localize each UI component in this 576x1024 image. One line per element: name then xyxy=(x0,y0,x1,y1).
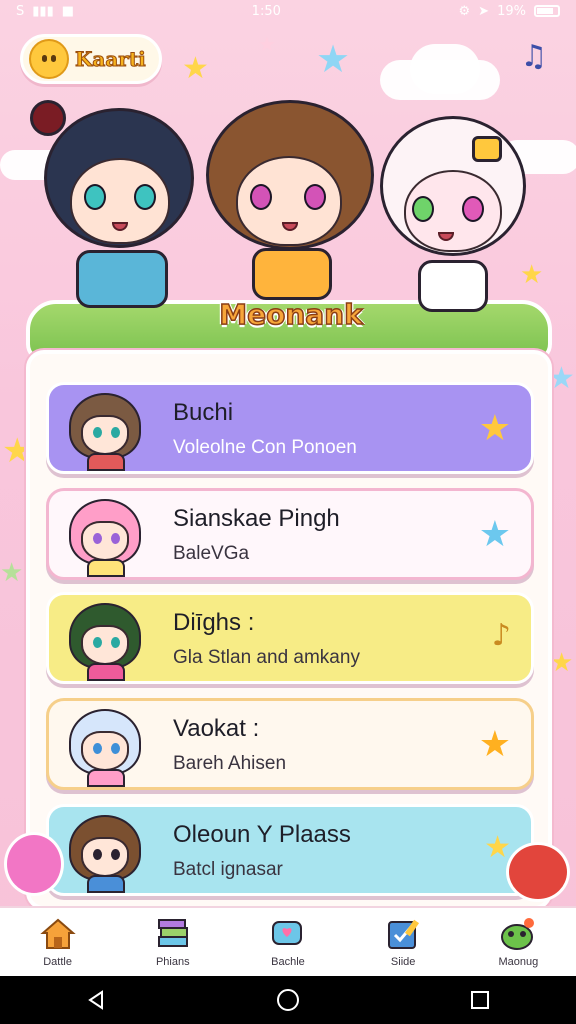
avatar xyxy=(63,497,153,579)
star-icon: ★ xyxy=(316,37,351,81)
list-item-subtitle: Batcl ignasar xyxy=(173,859,283,880)
app-screen: S ▮▮▮ ■ 1:50 ⚙ ➤ 19% ★ ★ ★ ★ ★ ★ ★ ★ Kaa… xyxy=(0,0,576,1024)
hero-illustration: Meonank xyxy=(0,90,576,362)
chat-heart-icon xyxy=(269,916,307,952)
list-item-subtitle: Voleolne Con Ponoen xyxy=(173,437,357,458)
star-icon: ★ xyxy=(484,830,511,865)
books-icon xyxy=(154,916,192,952)
battery-text: 19% xyxy=(497,3,526,19)
list-item-dighs[interactable]: Diīghs : Gla Stlan and amkany ♪ xyxy=(46,592,534,684)
list-item-buchi[interactable]: Buchi Voleolne Con Ponoen ★ xyxy=(46,382,534,474)
app-brand-chip[interactable]: Kaarti xyxy=(20,34,162,84)
status-bar: S ▮▮▮ ■ 1:50 ⚙ ➤ 19% xyxy=(0,0,576,22)
star-icon: ★ xyxy=(548,361,575,396)
status-left: S ▮▮▮ ■ xyxy=(16,4,74,19)
smiley-star-icon: ★ xyxy=(478,724,511,765)
list-item-subtitle: Gla Stlan and amkany xyxy=(173,647,360,668)
nav-label: Dattle xyxy=(43,956,72,968)
pink-critter-decoration xyxy=(4,832,64,896)
nav-item-dattle[interactable]: Dattle xyxy=(8,916,108,968)
music-note-icon: ♪ xyxy=(491,618,511,653)
nav-item-phians[interactable]: Phians xyxy=(123,916,223,968)
list-item-name: Sianskae Pingh xyxy=(173,505,340,532)
home-icon[interactable] xyxy=(258,980,318,1020)
character-bunny-hood xyxy=(380,110,530,320)
nav-label: Phians xyxy=(155,956,190,968)
frog-face-icon xyxy=(499,916,537,952)
signal-icon: ▮▮▮ xyxy=(32,3,54,19)
nav-item-maonug[interactable]: Maonug xyxy=(468,916,568,968)
nav-label: Maonug xyxy=(498,956,539,968)
status-right: ⚙ ➤ 19% xyxy=(459,4,560,19)
house-icon xyxy=(39,916,77,952)
list-item-subtitle: BaleVGa xyxy=(173,543,250,564)
list-item-oleoun[interactable]: Oleoun Y Plaass Batcl ignasar ★ xyxy=(46,804,534,896)
music-note-icon[interactable]: ♫ xyxy=(514,36,554,76)
character-dark-hair xyxy=(30,100,200,330)
star-icon: ★ xyxy=(478,408,511,449)
system-nav-bar xyxy=(0,976,576,1024)
list-item-name: Oleoun Y Plaass xyxy=(173,821,351,848)
list-item-name: Diīghs : xyxy=(173,609,255,636)
list-item-vaokat[interactable]: Vaokat : Bareh Ahisen ★ xyxy=(46,698,534,790)
red-critter-decoration xyxy=(506,842,570,902)
avatar xyxy=(63,813,153,895)
cloud-decoration xyxy=(410,44,480,94)
back-icon[interactable] xyxy=(66,980,126,1020)
nav-label: Bachle xyxy=(271,956,305,968)
star-icon: ★ xyxy=(550,648,574,678)
avatar xyxy=(63,391,153,473)
hero-title: Meonank xyxy=(219,297,364,332)
list-item-subtitle: Bareh Ahisen xyxy=(173,753,287,774)
settings-icon: ⚙ xyxy=(458,3,471,19)
nav-item-bachle[interactable]: Bachle xyxy=(238,916,338,968)
nav-label: Siide xyxy=(390,956,416,968)
recents-icon[interactable] xyxy=(450,980,510,1020)
blue-star-icon: ★ xyxy=(478,514,511,555)
avatar xyxy=(63,707,153,789)
notification-icon: ■ xyxy=(61,3,75,19)
star-icon: ★ xyxy=(258,32,276,56)
nav-item-siide[interactable]: Siide xyxy=(353,916,453,968)
location-icon: ➤ xyxy=(478,3,490,19)
bottom-nav: Dattle Phians Bachle Siide Maonug xyxy=(0,906,576,976)
star-icon: ★ xyxy=(0,558,24,588)
battery-icon xyxy=(533,5,560,17)
avatar xyxy=(63,601,153,683)
list-item-name: Vaokat : xyxy=(173,715,260,742)
app-name: Kaarti xyxy=(75,47,147,72)
status-time: 1:50 xyxy=(251,3,281,19)
star-icon: ★ xyxy=(182,51,209,86)
app-logo-icon xyxy=(29,39,69,79)
list-item-sianskae[interactable]: Sianskae Pingh BaleVGa ★ xyxy=(46,488,534,580)
character-brown-hair xyxy=(200,90,380,310)
checkbox-pencil-icon xyxy=(384,916,422,952)
list-item-name: Buchi xyxy=(173,399,234,426)
sim-icon: S xyxy=(16,3,25,19)
